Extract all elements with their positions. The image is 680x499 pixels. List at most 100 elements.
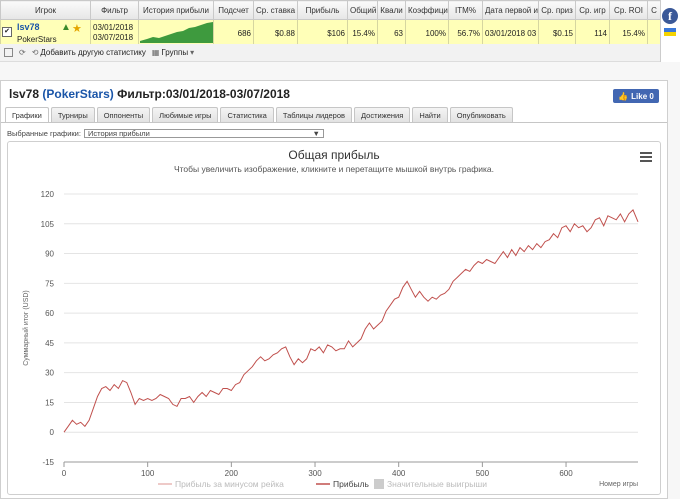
tab-tournaments[interactable]: Турниры: [50, 107, 95, 122]
stats-toolbar: ⟳ ⟲ Добавить другую статистику ▦ Группы …: [0, 44, 660, 62]
y-tick-label: 60: [45, 309, 54, 318]
header-quali[interactable]: Квали: [377, 0, 406, 20]
legend-swatch: [374, 479, 384, 489]
chart-select-value: История прибыли: [87, 129, 150, 138]
chart-select-row: Выбранные графики: История прибыли ▼: [7, 129, 324, 138]
filter-from: 03/01/2018: [93, 23, 134, 32]
avg-roi-cell: 15.4%: [609, 19, 648, 47]
y-tick-label: 0: [50, 428, 55, 437]
header-avg-roi[interactable]: Ср. ROI: [609, 0, 648, 20]
filter-cell: 03/01/2018 03/07/2018: [90, 19, 139, 47]
x-tick-label: 600: [559, 469, 573, 478]
profit-chart: Общая прибыль Чтобы увеличить изображени…: [22, 148, 639, 489]
like-label: Like 0: [631, 91, 654, 101]
add-stats-label: Добавить другую статистику: [40, 48, 146, 57]
tabs-divider: [1, 122, 667, 123]
header-total[interactable]: Общий: [347, 0, 378, 20]
chart-title: Общая прибыль: [288, 148, 379, 162]
x-tick-label: 400: [392, 469, 406, 478]
refresh-icon[interactable]: ⟳: [19, 48, 26, 57]
groups-button[interactable]: ▦ Группы ▾: [152, 48, 194, 57]
header-avg-stake[interactable]: Ср. ставка: [253, 0, 298, 20]
quali-cell: 63: [377, 19, 406, 47]
selected-charts-label: Выбранные графики:: [7, 129, 81, 138]
avg-games-cell: 114: [575, 19, 610, 47]
tab-find[interactable]: Найти: [412, 107, 448, 122]
y-tick-label: 120: [41, 190, 55, 199]
series-line-profit: [63, 209, 639, 433]
tab-publish[interactable]: Опубликовать: [449, 107, 513, 122]
x-tick-label: 100: [141, 469, 155, 478]
panel-tabs: Графики Турниры Оппоненты Любимые игры С…: [5, 107, 513, 122]
y-axis-label: Суммарный итог (USD): [22, 290, 30, 366]
y-tick-label: 15: [45, 398, 54, 407]
row-checkbox[interactable]: ✔: [2, 27, 12, 37]
tab-achievements[interactable]: Достижения: [354, 107, 411, 122]
groups-label: Группы: [161, 48, 189, 57]
medal-icon: ▲: [61, 22, 71, 33]
chart-container[interactable]: Общая прибыль Чтобы увеличить изображени…: [7, 141, 661, 495]
header-profit[interactable]: Прибыль: [297, 0, 348, 20]
legend-item[interactable]: Прибыль за минусом рейка: [175, 479, 284, 489]
panel-room-link[interactable]: (PokerStars): [42, 87, 113, 101]
add-stats-button[interactable]: ⟲ Добавить другую статистику: [32, 48, 146, 57]
header-first-date[interactable]: Дата первой и: [482, 0, 539, 20]
header-player[interactable]: Игрок: [0, 0, 91, 20]
header-profit-history[interactable]: История прибыли: [138, 0, 214, 20]
y-tick-label: 75: [45, 279, 54, 288]
header-avg-prize[interactable]: Ср. приз: [538, 0, 576, 20]
add-icon: ⟲: [31, 48, 39, 57]
player-cell: ✔ lsv78 PokerStars ▲ ★: [0, 19, 91, 47]
panel-title: lsv78 (PokerStars) Фильтр:03/01/2018-03/…: [1, 81, 667, 106]
player-room: PokerStars: [17, 35, 57, 44]
y-tick-label: 105: [41, 220, 55, 229]
tab-charts[interactable]: Графики: [5, 107, 49, 122]
dropdown-arrow-icon: ▼: [312, 129, 320, 138]
tab-opponents[interactable]: Оппоненты: [96, 107, 151, 122]
filter-to: 03/07/2018: [93, 33, 134, 42]
itm-cell: 56.7%: [448, 19, 483, 47]
player-panel: lsv78 (PokerStars) Фильтр:03/01/2018-03/…: [0, 80, 668, 499]
header-itm[interactable]: ITM%: [448, 0, 483, 20]
x-tick-label: 300: [308, 469, 322, 478]
y-tick-label: -15: [42, 458, 54, 467]
stats-table-container: Игрок Фильтр История прибыли Подсчет Ср.…: [0, 0, 660, 62]
groups-icon: ▦: [151, 48, 160, 57]
ratio-cell: 100%: [405, 19, 449, 47]
stats-table: Игрок Фильтр История прибыли Подсчет Ср.…: [0, 0, 660, 47]
header-filter[interactable]: Фильтр: [90, 0, 139, 20]
extra-cell: [647, 19, 660, 47]
hamburger-menu-icon[interactable]: [640, 152, 652, 162]
facebook-like-button[interactable]: 👍 Like 0: [613, 89, 659, 103]
tab-favorite-games[interactable]: Любимые игры: [152, 107, 219, 122]
table-row[interactable]: ✔ lsv78 PokerStars ▲ ★ 03/01/2018 03/07/…: [0, 19, 660, 47]
first-date-cell: 03/01/2018 03: [482, 19, 539, 47]
sparkline-chart: [140, 22, 213, 43]
header-avg-games[interactable]: Ср. игр: [575, 0, 610, 20]
header-ratio[interactable]: Коэффици: [405, 0, 449, 20]
y-tick-label: 30: [45, 369, 54, 378]
header-extra[interactable]: С: [647, 0, 660, 20]
thumbs-up-icon: 👍: [618, 91, 629, 101]
x-tick-label: 200: [225, 469, 239, 478]
chevron-down-icon: ▾: [190, 48, 195, 57]
chart-select[interactable]: История прибыли ▼: [83, 129, 324, 138]
count-cell: 686: [213, 19, 254, 47]
header-count[interactable]: Подсчет: [213, 0, 254, 20]
flag-icon[interactable]: [664, 28, 676, 36]
checkbox-icon[interactable]: [4, 48, 13, 57]
chart-subtitle: Чтобы увеличить изображение, кликните и …: [174, 164, 494, 174]
legend-item[interactable]: Прибыль: [333, 479, 370, 489]
tab-leaderboards[interactable]: Таблицы лидеров: [275, 107, 353, 122]
panel-filter-text: Фильтр:03/01/2018-03/07/2018: [117, 86, 290, 101]
legend-item[interactable]: Значительные выигрыши: [387, 479, 487, 489]
profit-history-sparkline[interactable]: [138, 19, 214, 47]
star-icon: ★: [72, 23, 82, 35]
tab-statistics[interactable]: Статистика: [220, 107, 274, 122]
x-tick-label: 500: [476, 469, 490, 478]
y-tick-label: 45: [45, 339, 54, 348]
facebook-icon[interactable]: f: [662, 8, 678, 24]
x-axis-label: Номер игры: [599, 481, 638, 488]
total-cell: 15.4%: [347, 19, 378, 47]
avg-prize-cell: $0.15: [538, 19, 576, 47]
